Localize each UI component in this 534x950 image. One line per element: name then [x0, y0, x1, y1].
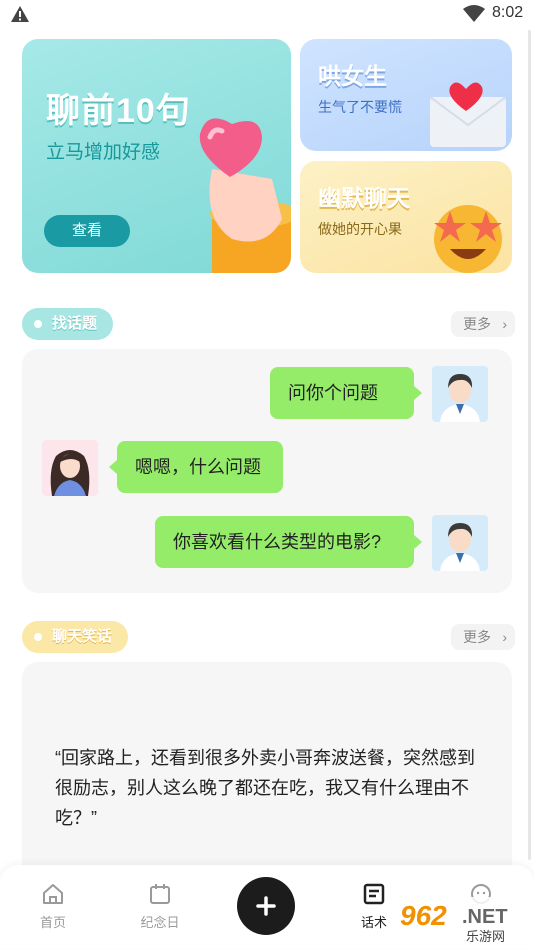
banner-humor-chat[interactable]: 幽默聊天 做她的开心果: [300, 161, 512, 273]
banner-coax-subtitle: 生气了不要慌: [318, 99, 402, 115]
dot-icon: [34, 320, 42, 328]
tab-home-label: 首页: [39, 915, 66, 930]
status-bar: 8:02: [0, 0, 534, 30]
svg-text:962: 962: [400, 900, 447, 931]
tab-talk-label: 话术: [360, 915, 387, 930]
view-button[interactable]: 查看: [44, 215, 130, 247]
banner-first-ten-lines[interactable]: 聊前10句 立马增加好感 查看: [22, 39, 291, 273]
plus-icon: [256, 896, 276, 916]
tab-anniversary[interactable]: 纪念日: [130, 882, 190, 931]
section-jokes-label: 聊天笑话: [52, 628, 113, 645]
script-icon: [363, 883, 385, 905]
calendar-icon: [150, 884, 170, 904]
more-label: 更多: [463, 316, 491, 332]
chevron-right-icon: ›: [502, 629, 507, 645]
scrollbar[interactable]: [528, 30, 531, 860]
tab-home[interactable]: 首页: [23, 882, 83, 931]
finger-heart-illustration: [199, 118, 291, 273]
jokes-more-button[interactable]: 更多 ›: [451, 624, 515, 650]
joke-text: “回家路上，还看到很多外卖小哥奔波送餐，突然感到很励志，别人这么晚了都还在吃，我…: [55, 748, 475, 828]
male-avatar: [432, 515, 488, 571]
svg-text:.NET: .NET: [462, 906, 508, 928]
section-topics-label: 找话题: [52, 315, 98, 332]
site-watermark-logo: 962 .NET 乐游网: [396, 895, 530, 945]
banner-main-title: 聊前10句: [46, 92, 191, 130]
star-eyes-emoji-icon: [434, 205, 502, 273]
love-letter-illustration: [429, 82, 507, 147]
tab-anniversary-label: 纪念日: [140, 915, 180, 930]
tab-talk[interactable]: 话术: [344, 882, 404, 931]
topics-more-button[interactable]: 更多 ›: [451, 311, 515, 337]
banner-main-subtitle: 立马增加好感: [46, 142, 161, 163]
banner-humor-title: 幽默聊天: [318, 185, 410, 211]
section-title-jokes: 聊天笑话: [22, 621, 129, 653]
more-label: 更多: [463, 629, 491, 645]
female-avatar: [42, 440, 98, 496]
chat-bubble: 嗯嗯，什么问题: [109, 441, 283, 493]
chat-bubble: 你喜欢看什么类型的电影?: [155, 516, 422, 568]
home-icon: [43, 884, 63, 904]
warning-icon: [11, 6, 29, 22]
banner-coax-title: 哄女生: [318, 63, 387, 89]
section-title-topics: 找话题: [22, 308, 114, 340]
banner-coax-girl[interactable]: 哄女生 生气了不要慌: [300, 39, 512, 151]
chevron-right-icon: ›: [502, 316, 507, 332]
dot-icon: [34, 633, 42, 641]
svg-text:乐游网: 乐游网: [466, 930, 505, 945]
male-avatar: [432, 366, 488, 422]
wifi-icon: [463, 5, 485, 22]
status-time: 8:02: [492, 4, 524, 21]
add-button[interactable]: [237, 877, 295, 935]
banner-humor-subtitle: 做她的开心果: [318, 221, 402, 237]
chat-bubble: 问你个问题: [270, 367, 422, 419]
